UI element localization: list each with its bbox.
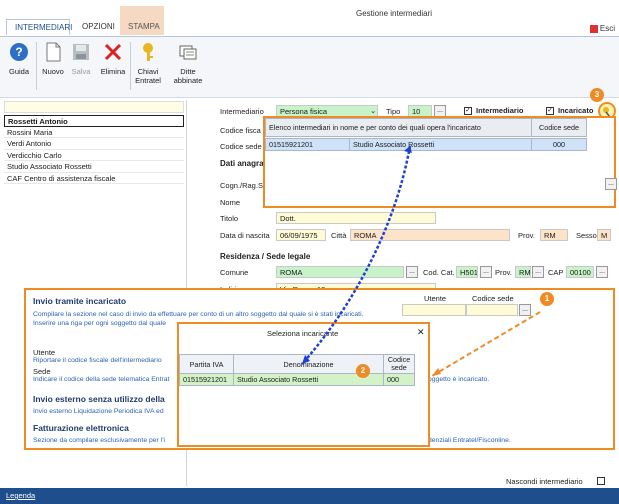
nascondi-checkbox[interactable] (597, 477, 605, 485)
blue-arrow (301, 145, 412, 365)
nascondi-label: Nascondi intermediario (506, 477, 583, 486)
bottom-bar (0, 488, 619, 504)
annotation-arrows (301, 145, 541, 377)
legenda-link[interactable]: Legenda (6, 491, 35, 500)
orange-arrow (431, 311, 541, 377)
orange-arrow-head (432, 368, 441, 376)
